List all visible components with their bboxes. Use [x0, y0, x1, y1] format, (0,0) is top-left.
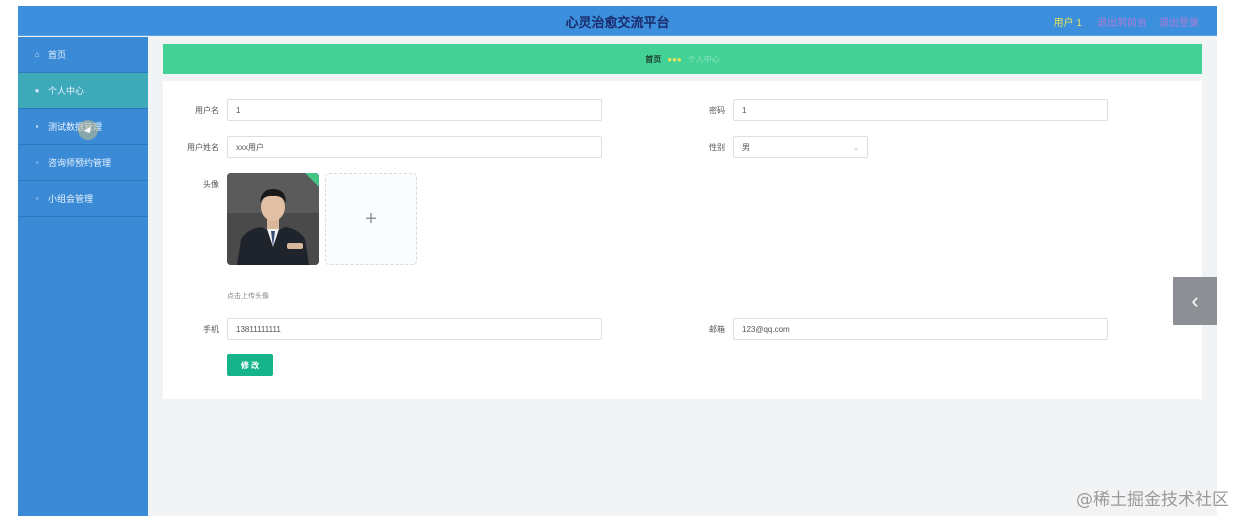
username-label: 用户名: [195, 106, 219, 115]
gender-selected-value: 男: [742, 142, 750, 152]
logout-link[interactable]: 退出登录: [1159, 14, 1199, 29]
sidebar-item-group-meeting[interactable]: ▫ 小组会管理: [18, 181, 148, 217]
submit-button[interactable]: 修 改: [227, 354, 273, 376]
breadcrumb-current: 个人中心: [687, 54, 720, 64]
front-page-link[interactable]: 退出到前台: [1097, 14, 1147, 29]
email-input[interactable]: 123@qq.com: [733, 318, 1108, 340]
breadcrumb: 首页 ●●● 个人中心: [163, 44, 1202, 74]
breadcrumb-home[interactable]: 首页: [645, 54, 661, 65]
fullname-input[interactable]: xxx用户: [227, 136, 602, 158]
sidebar-item-personal-center[interactable]: ● 个人中心: [18, 73, 148, 109]
phone-label: 手机: [203, 325, 219, 334]
chevron-down-icon: ⌄: [853, 145, 859, 152]
password-label: 密码: [709, 106, 725, 115]
person-icon: ●: [34, 86, 40, 95]
watermark: @稀土掘金技术社区: [1076, 490, 1229, 510]
current-user: 用户 1: [1053, 18, 1082, 29]
sidebar-item-label: 首页: [48, 50, 67, 60]
phone-input[interactable]: 13811111111: [227, 318, 602, 340]
plus-icon: +: [365, 207, 377, 230]
uploaded-badge-icon: [305, 173, 319, 187]
gender-label: 性别: [709, 143, 725, 152]
sidebar: ⌂ 首页 ● 个人中心 ▪ 测试数据管理 ▫ 咨询师预约管理 ▫ 小组会管理: [18, 37, 148, 516]
sidebar-item-home[interactable]: ⌂ 首页: [18, 37, 148, 73]
collapse-panel-button[interactable]: ‹: [1173, 277, 1217, 325]
app-title: 心灵治愈交流平台: [565, 15, 670, 30]
chevron-left-icon: ‹: [1191, 288, 1199, 313]
sidebar-item-label: 小组会管理: [48, 194, 94, 204]
upload-hint: 点击上传头像: [227, 293, 269, 300]
fullname-label: 用户姓名: [187, 143, 219, 152]
sidebar-item-label: 咨询师预约管理: [48, 158, 112, 168]
password-input[interactable]: 1: [733, 99, 1108, 121]
profile-form: 用户名 1 密码 1 用户姓名 xxx用户 性别 男 ⌄ 头像 + 点击上传头像…: [163, 81, 1202, 399]
top-bar: 心灵治愈交流平台 用户 1 退出到前台 退出登录: [18, 6, 1217, 36]
avatar-label: 头像: [203, 180, 219, 189]
avatar-image[interactable]: [227, 173, 319, 265]
username-input[interactable]: 1: [227, 99, 602, 121]
gender-select[interactable]: 男 ⌄: [733, 136, 868, 158]
email-label: 邮箱: [709, 325, 725, 334]
home-icon: ⌂: [34, 50, 40, 59]
sidebar-item-counselor-booking[interactable]: ▫ 咨询师预约管理: [18, 145, 148, 181]
sidebar-item-label: 个人中心: [48, 86, 85, 96]
sidebar-item-test-data[interactable]: ▪ 测试数据管理: [18, 109, 148, 145]
calendar-icon: ▫: [35, 158, 39, 167]
group-icon: ▫: [35, 194, 39, 203]
upload-avatar-button[interactable]: +: [325, 173, 417, 265]
document-icon: ▪: [35, 122, 39, 131]
app-window: 心灵治愈交流平台 用户 1 退出到前台 退出登录 ⌂ 首页 ● 个人中心 ▪ 测…: [18, 6, 1217, 516]
breadcrumb-separator: ●●●: [667, 54, 682, 64]
